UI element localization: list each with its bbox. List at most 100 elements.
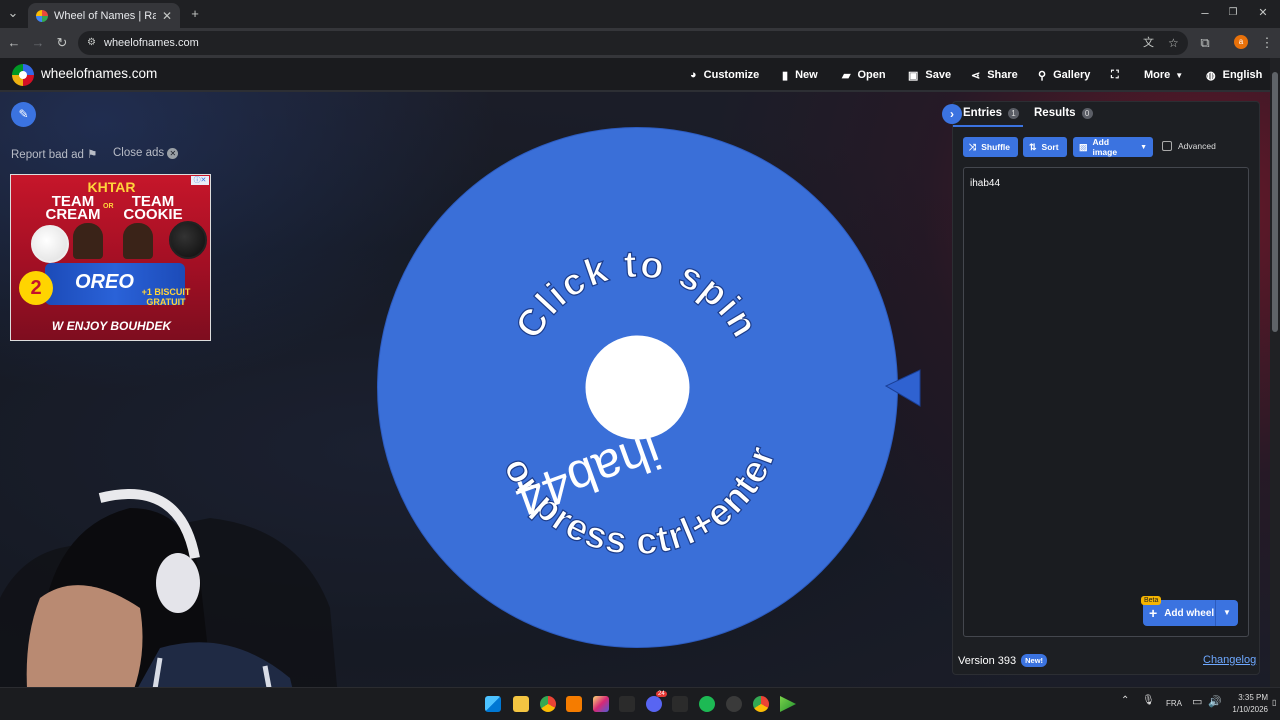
app-icon[interactable]: [672, 696, 688, 712]
app-icon[interactable]: [726, 696, 742, 712]
forward-icon[interactable]: →: [29, 34, 47, 52]
version-label: Version 393: [958, 654, 1017, 667]
browser-tab-title: Wheel of Names | Random name picker: [54, 9, 156, 22]
site-header: wheelofnames.com ◕ Customize ▮ New ▰ Open ▣…: [0, 58, 1270, 92]
wheel[interactable]: Click to spin or press ctrl+enter ihab44: [377, 127, 898, 648]
add-image-button[interactable]: ▨ Add image ▼: [1073, 137, 1153, 157]
page-scrollbar[interactable]: [1270, 58, 1280, 687]
share-button[interactable]: ⋖ Share: [971, 58, 1018, 92]
tray-chevron-up-icon[interactable]: ⌃: [1121, 695, 1129, 706]
customize-button[interactable]: ◕ Customize: [690, 58, 759, 92]
new-label: New: [795, 69, 818, 81]
headphone-earcup: [156, 553, 200, 613]
close-window-icon[interactable]: ✕: [1254, 4, 1272, 22]
results-count-badge: 0: [1081, 107, 1093, 119]
minimize-icon[interactable]: –: [1196, 4, 1214, 22]
close-tab-icon[interactable]: ✕: [162, 9, 172, 23]
notifications-icon[interactable]: ▯: [1272, 698, 1276, 707]
save-button[interactable]: ▣ Save: [908, 58, 951, 92]
beta-badge: Beta: [1141, 596, 1162, 605]
entries-count-badge: 1: [1008, 107, 1019, 119]
browser-tab[interactable]: Wheel of Names | Random name picker ✕: [28, 3, 180, 28]
report-bad-ad-link[interactable]: Report bad ad ⚑: [11, 147, 97, 161]
network-icon[interactable]: ▭: [1192, 695, 1202, 708]
chevron-down-icon[interactable]: ▼: [1223, 608, 1231, 617]
edit-pencil-button[interactable]: ✎: [11, 102, 36, 127]
volume-icon[interactable]: 🔊: [1208, 695, 1222, 708]
close-ads-link[interactable]: Close ads ✕: [113, 147, 179, 159]
advanced-checkbox[interactable]: Advanced: [1162, 141, 1216, 151]
share-icon: ⋖: [971, 69, 981, 82]
app-icon[interactable]: [780, 696, 796, 712]
ad-banner[interactable]: KHTAR TEAM CREAM OR TEAM COOKIE OREO 2 +…: [10, 174, 211, 341]
browser-tab-bar: ⌄ Wheel of Names | Random name picker ✕ …: [0, 0, 1280, 28]
sort-button[interactable]: ⇅ Sort: [1023, 137, 1067, 157]
ad-tagline: W ENJOY BOUHDEK: [51, 319, 172, 333]
scrollbar-thumb[interactable]: [1272, 72, 1278, 332]
ad-team-left: TEAM CREAM: [45, 193, 101, 223]
windows-start-icon[interactable]: [485, 696, 501, 712]
palette-icon: ◕: [690, 69, 697, 81]
microphone-icon[interactable]: 🎙: [1142, 695, 1155, 706]
input-language[interactable]: FRA: [1166, 699, 1182, 708]
ad-choices-icon[interactable]: ⓘ✕: [191, 176, 209, 185]
url-field[interactable]: ⚙ wheelofnames.com 文 ☆: [78, 31, 1188, 55]
fullscreen-icon: ⛶: [1111, 68, 1119, 81]
open-button[interactable]: ▰ Open: [842, 58, 886, 92]
file-explorer-icon[interactable]: [513, 696, 529, 712]
more-button[interactable]: More ▼: [1144, 58, 1183, 92]
fullscreen-button[interactable]: ⛶: [1111, 58, 1126, 92]
site-info-icon[interactable]: ⚙: [87, 31, 96, 55]
sort-label: Sort: [1041, 142, 1059, 152]
chevron-right-icon: ›: [950, 107, 954, 121]
clock-date[interactable]: 1/10/2026: [1228, 705, 1268, 714]
oreo-cookie-image: [169, 221, 207, 259]
ad-promo: +1 BISCUIT GRATUIT: [141, 287, 191, 307]
open-label: Open: [857, 69, 886, 81]
webcam-overlay: [0, 489, 340, 720]
new-tab-icon[interactable]: +: [186, 5, 204, 23]
gallery-label: Gallery: [1053, 69, 1091, 81]
ad-brand-line: KHTAR: [87, 179, 136, 195]
favicon-icon: [36, 9, 48, 22]
folder-open-icon: ▰: [842, 69, 851, 82]
chrome-icon[interactable]: [753, 696, 769, 712]
gallery-button[interactable]: ⚲ Gallery: [1038, 58, 1090, 92]
shuffle-button[interactable]: ⤨ Shuffle: [963, 137, 1018, 157]
url-text: wheelofnames.com: [104, 37, 199, 49]
instagram-icon[interactable]: [593, 696, 609, 712]
clock-time[interactable]: 3:35 PM: [1230, 693, 1268, 702]
reload-icon[interactable]: ↻: [53, 34, 71, 52]
wheel-center[interactable]: [585, 335, 690, 440]
entries-textarea[interactable]: [963, 167, 1249, 637]
tab-results[interactable]: Results 0: [1034, 107, 1093, 119]
new-badge: New!: [1021, 654, 1048, 667]
changelog-link[interactable]: Changelog: [1203, 654, 1256, 666]
ad-person-image: [123, 223, 153, 259]
translate-icon[interactable]: 文: [1143, 31, 1154, 55]
checkbox-box[interactable]: [1162, 141, 1172, 151]
vlc-icon[interactable]: [566, 696, 582, 712]
new-button[interactable]: ▮ New: [782, 58, 818, 92]
site-logo-icon[interactable]: [12, 64, 34, 86]
site-name[interactable]: wheelofnames.com: [41, 66, 157, 81]
add-image-label: Add image: [1092, 137, 1118, 157]
back-icon[interactable]: ←: [5, 34, 23, 52]
extensions-icon[interactable]: ⧉: [1196, 34, 1214, 52]
language-button[interactable]: ◍ English: [1206, 58, 1262, 92]
discord-icon[interactable]: [646, 696, 662, 712]
collapse-panel-button[interactable]: ›: [942, 104, 962, 124]
tab-entries[interactable]: Entries 1: [963, 107, 1019, 119]
tab-search-icon[interactable]: ⌄: [4, 4, 22, 22]
profile-avatar[interactable]: a: [1234, 35, 1248, 49]
tab-results-label: Results: [1034, 107, 1076, 119]
chevron-down-icon: ▼: [1175, 70, 1184, 80]
restore-icon[interactable]: ❐: [1224, 4, 1242, 22]
ad-person-image: [73, 223, 103, 259]
app-icon[interactable]: [619, 696, 635, 712]
browser-menu-icon[interactable]: ⋮: [1258, 34, 1276, 52]
chrome-icon[interactable]: [540, 696, 556, 712]
bookmark-star-icon[interactable]: ☆: [1168, 31, 1179, 55]
wheel-pointer-icon: [884, 369, 921, 407]
spotify-icon[interactable]: [699, 696, 715, 712]
